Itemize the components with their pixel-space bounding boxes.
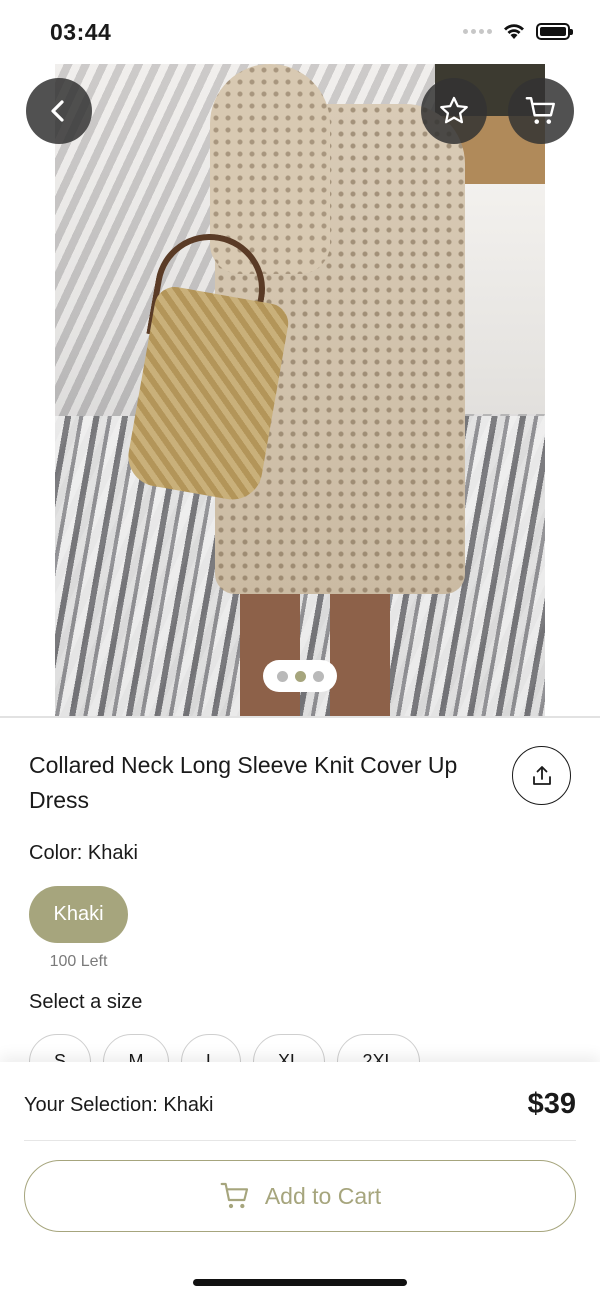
selection-value: Khaki — [163, 1094, 214, 1116]
selection-label: Your Selection: — [24, 1094, 164, 1116]
product-image-carousel[interactable] — [0, 64, 600, 716]
cart-icon — [525, 97, 555, 124]
wifi-icon — [504, 24, 524, 39]
chevron-left-icon — [51, 100, 64, 122]
color-value: Khaki — [87, 842, 138, 864]
favorite-button[interactable] — [421, 78, 487, 144]
status-time: 03:44 — [50, 19, 112, 45]
color-option-label: Khaki — [53, 903, 104, 925]
price: $39 — [527, 1088, 576, 1120]
home-indicator[interactable] — [193, 1279, 407, 1286]
cart-button[interactable] — [508, 78, 574, 144]
signal-icon — [463, 28, 492, 34]
divider — [24, 1140, 576, 1141]
back-button[interactable] — [26, 78, 92, 144]
status-bar: 03:44 — [0, 0, 600, 64]
share-icon — [532, 765, 551, 785]
share-button[interactable] — [512, 746, 571, 805]
color-row: Color: Khaki — [29, 842, 138, 865]
pager-dot[interactable] — [312, 670, 324, 682]
pager-dot[interactable] — [276, 670, 288, 682]
cart-icon — [220, 1182, 248, 1209]
status-icons — [463, 22, 573, 40]
image-pager[interactable] — [263, 660, 337, 692]
divider — [0, 716, 600, 718]
pager-dot-active[interactable] — [294, 670, 306, 682]
add-to-cart-button[interactable]: Add to Cart — [24, 1160, 576, 1232]
star-icon — [440, 96, 468, 124]
product-title: Collared Neck Long Sleeve Knit Cover Up … — [29, 752, 458, 813]
size-heading: Select a size — [29, 991, 143, 1013]
color-label: Color: — [29, 842, 88, 864]
battery-icon — [536, 22, 573, 40]
stock-count: 100 Left — [49, 953, 108, 970]
add-to-cart-label: Add to Cart — [264, 1182, 382, 1209]
selection-summary: Your Selection: Khaki — [24, 1094, 213, 1117]
color-option-khaki[interactable]: Khaki — [29, 886, 128, 943]
checkout-bar: Your Selection: Khaki $39 Add to Cart — [0, 1062, 600, 1299]
product-photo — [55, 64, 545, 716]
